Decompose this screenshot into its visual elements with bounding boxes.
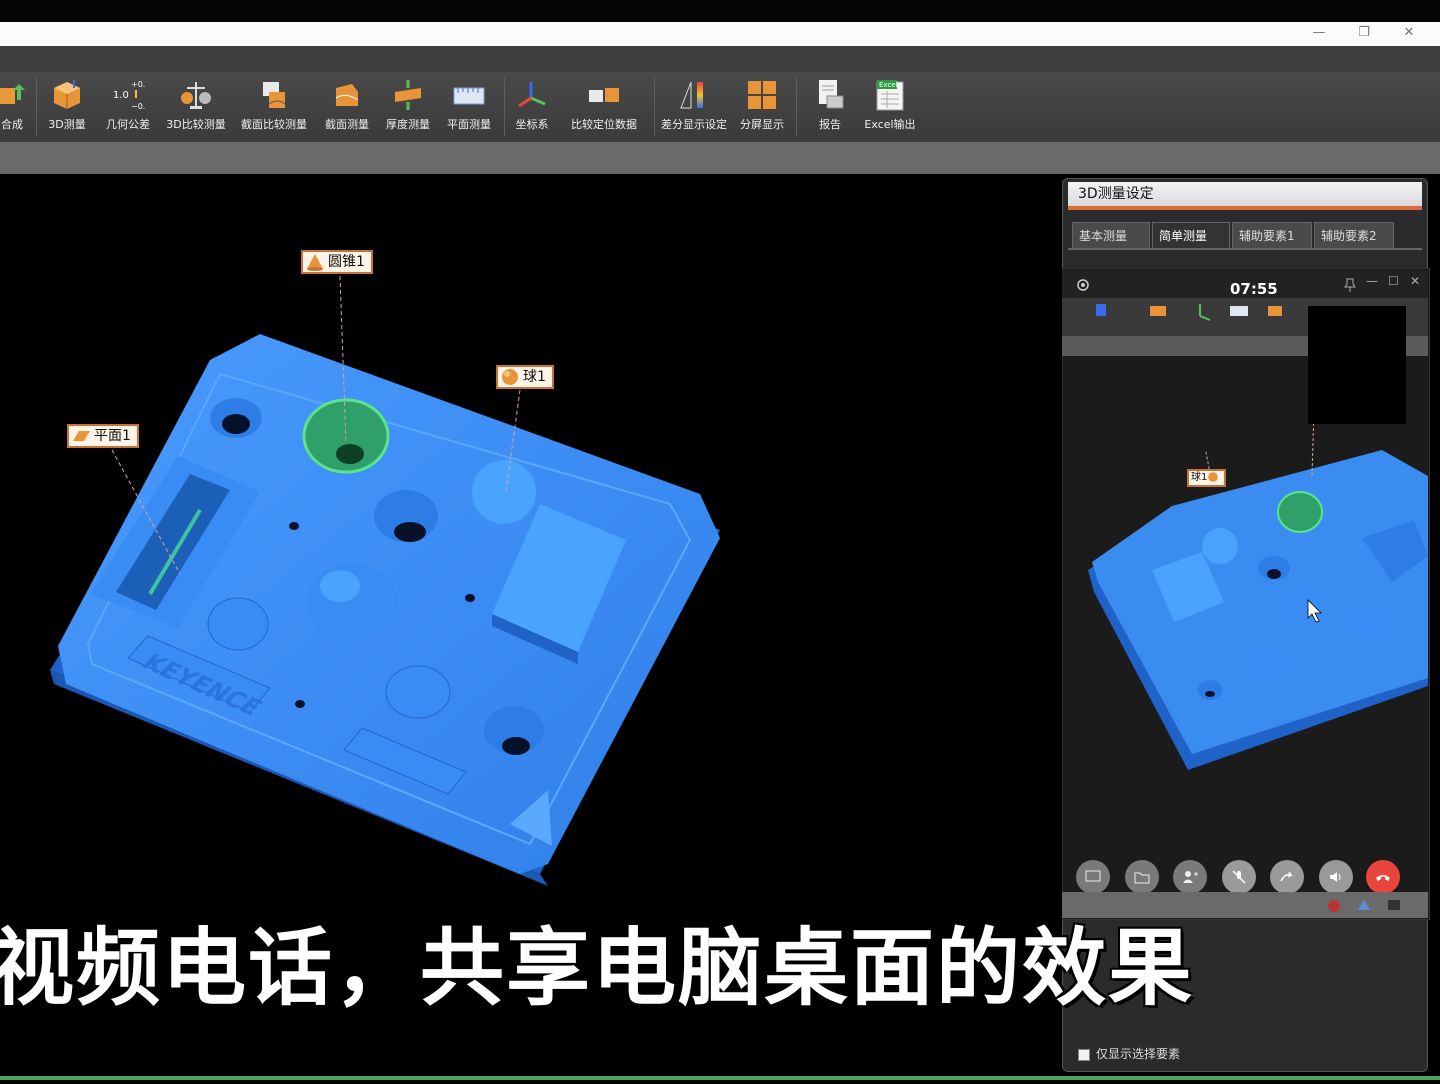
tab-aux1[interactable]: 辅助要素1 bbox=[1232, 222, 1312, 248]
add-user-icon bbox=[1183, 871, 1198, 883]
cube-measure-icon bbox=[54, 80, 80, 109]
section-button[interactable]: 截面测量 bbox=[320, 78, 374, 136]
screen-icon bbox=[1085, 870, 1101, 882]
tag-plane[interactable]: 平面1 bbox=[67, 424, 139, 448]
split-button[interactable]: 分屏显示 bbox=[736, 78, 788, 136]
folder-icon bbox=[1134, 872, 1150, 884]
tab-simple[interactable]: 简单测量 bbox=[1152, 222, 1230, 248]
tab-divider bbox=[1068, 248, 1422, 250]
mute-button[interactable] bbox=[1222, 860, 1256, 894]
thickness-button[interactable]: 厚度测量 bbox=[382, 78, 434, 136]
axes-icon bbox=[518, 82, 546, 108]
call-minimize-icon[interactable]: — bbox=[1366, 274, 1378, 288]
color-scale-icon bbox=[680, 81, 703, 109]
hang-up-icon bbox=[1376, 875, 1390, 881]
close-button[interactable]: ✕ bbox=[1398, 24, 1420, 42]
shared-3d-model bbox=[1088, 405, 1428, 770]
ribbon-separator bbox=[504, 78, 505, 136]
section-compare-icon bbox=[263, 82, 286, 108]
tag-cone[interactable]: 圆锥1 bbox=[301, 250, 373, 274]
section-icon bbox=[335, 84, 359, 106]
speaker-icon bbox=[1330, 872, 1341, 882]
tag-sphere-label: 球1 bbox=[523, 369, 546, 385]
tag-plane-label: 平面1 bbox=[94, 428, 131, 444]
plane-icon bbox=[73, 431, 90, 441]
tab-aux2[interactable]: 辅助要素2 bbox=[1314, 222, 1394, 248]
merge-button[interactable]: 合成 bbox=[0, 78, 32, 136]
gdt-button[interactable]: +0.1 1.0 −0.1 几何公差 bbox=[100, 78, 156, 136]
report-icon bbox=[819, 80, 844, 109]
caller-video-thumbnail[interactable] bbox=[1308, 306, 1406, 424]
ribbon-toolbar: 合成 3D测量 +0.1 1.0 −0.1 几何公差 3D比较测量 截面比较测量… bbox=[0, 72, 1440, 143]
align-data-icon bbox=[589, 88, 619, 102]
plane-button[interactable]: 平面测量 bbox=[442, 78, 496, 136]
bottom-edge bbox=[0, 1076, 1440, 1080]
excel-button[interactable]: Excel Excel输出 bbox=[862, 78, 918, 136]
balance-icon bbox=[181, 82, 211, 109]
checkbox-box[interactable] bbox=[1078, 1048, 1090, 1061]
ribbon-subbar bbox=[0, 142, 1440, 174]
tag-cone-label: 圆锥1 bbox=[328, 254, 365, 270]
hang-up-button[interactable] bbox=[1366, 860, 1400, 894]
section-compare-button[interactable]: 截面比较测量 bbox=[236, 78, 312, 136]
panel-accent-bar bbox=[1068, 206, 1422, 210]
minimize-button[interactable]: — bbox=[1308, 24, 1330, 42]
measure3d-button[interactable]: 3D测量 bbox=[44, 78, 90, 136]
cone-icon bbox=[307, 254, 323, 271]
window-titlebar: — ❐ ✕ bbox=[0, 22, 1440, 47]
call-close-icon[interactable]: ✕ bbox=[1410, 274, 1420, 288]
tray-icons bbox=[1328, 900, 1400, 912]
ruler-icon bbox=[453, 87, 485, 105]
add-member-button[interactable] bbox=[1173, 860, 1207, 894]
tolerance-lower: −0.1 bbox=[131, 102, 145, 111]
pin-icon[interactable] bbox=[1344, 278, 1356, 292]
share-screen-button[interactable] bbox=[1076, 860, 1110, 894]
tolerance-upper: +0.1 bbox=[131, 80, 145, 89]
panel-title: 3D测量设定 bbox=[1068, 182, 1422, 206]
show-selected-only-label: 仅显示选择要素 bbox=[1096, 1047, 1181, 1061]
video-subtitle: 视频电话，共享电脑桌面的效果 bbox=[0, 919, 1195, 1017]
menu-strip bbox=[0, 46, 1440, 72]
shared-tag-sphere: 球1 bbox=[1187, 469, 1227, 487]
call-maximize-icon[interactable]: ☐ bbox=[1388, 274, 1399, 288]
share-file-button[interactable] bbox=[1125, 860, 1159, 894]
ribbon-separator bbox=[654, 78, 655, 136]
thickness-icon bbox=[395, 80, 421, 110]
excel-icon: Excel bbox=[876, 80, 904, 111]
excel-icon-text: Excel bbox=[879, 81, 898, 89]
merge-icon bbox=[0, 84, 25, 104]
report-button[interactable]: 报告 bbox=[810, 78, 850, 136]
compare3d-button[interactable]: 3D比较测量 bbox=[162, 78, 230, 136]
screen-top-edge bbox=[0, 0, 1440, 22]
mic-off-icon bbox=[1232, 870, 1246, 884]
diff-display-button[interactable]: 差分显示设定 bbox=[658, 78, 730, 136]
forward-button[interactable] bbox=[1270, 860, 1304, 894]
compare-align-button[interactable]: 比较定位数据 bbox=[568, 78, 640, 136]
shared-sphere-icon bbox=[1208, 472, 1219, 482]
show-selected-only-checkbox[interactable]: 仅显示选择要素 bbox=[1078, 1045, 1180, 1062]
coord-button[interactable]: 坐标系 bbox=[510, 78, 554, 136]
tolerance-nominal: 1.0 bbox=[113, 90, 129, 101]
shared-3d-view[interactable]: 球1 bbox=[1062, 356, 1428, 856]
tab-basic[interactable]: 基本测量 bbox=[1072, 222, 1150, 248]
call-timer: 07:55 bbox=[1230, 280, 1278, 298]
sphere-icon bbox=[502, 369, 518, 385]
shared-tag-sphere-label: 球1 bbox=[1191, 472, 1208, 483]
forward-icon bbox=[1280, 871, 1293, 882]
call-bottom-tray bbox=[1062, 892, 1428, 918]
split-screen-icon bbox=[748, 81, 776, 109]
restore-button[interactable]: ❐ bbox=[1353, 24, 1375, 42]
tolerance-icon: +0.1 1.0 −0.1 bbox=[113, 80, 145, 111]
ribbon-separator bbox=[796, 78, 797, 136]
tag-sphere[interactable]: 球1 bbox=[496, 365, 554, 389]
speaker-button[interactable] bbox=[1319, 860, 1353, 894]
camera-icon[interactable] bbox=[1076, 278, 1090, 292]
ribbon-separator bbox=[36, 78, 37, 136]
